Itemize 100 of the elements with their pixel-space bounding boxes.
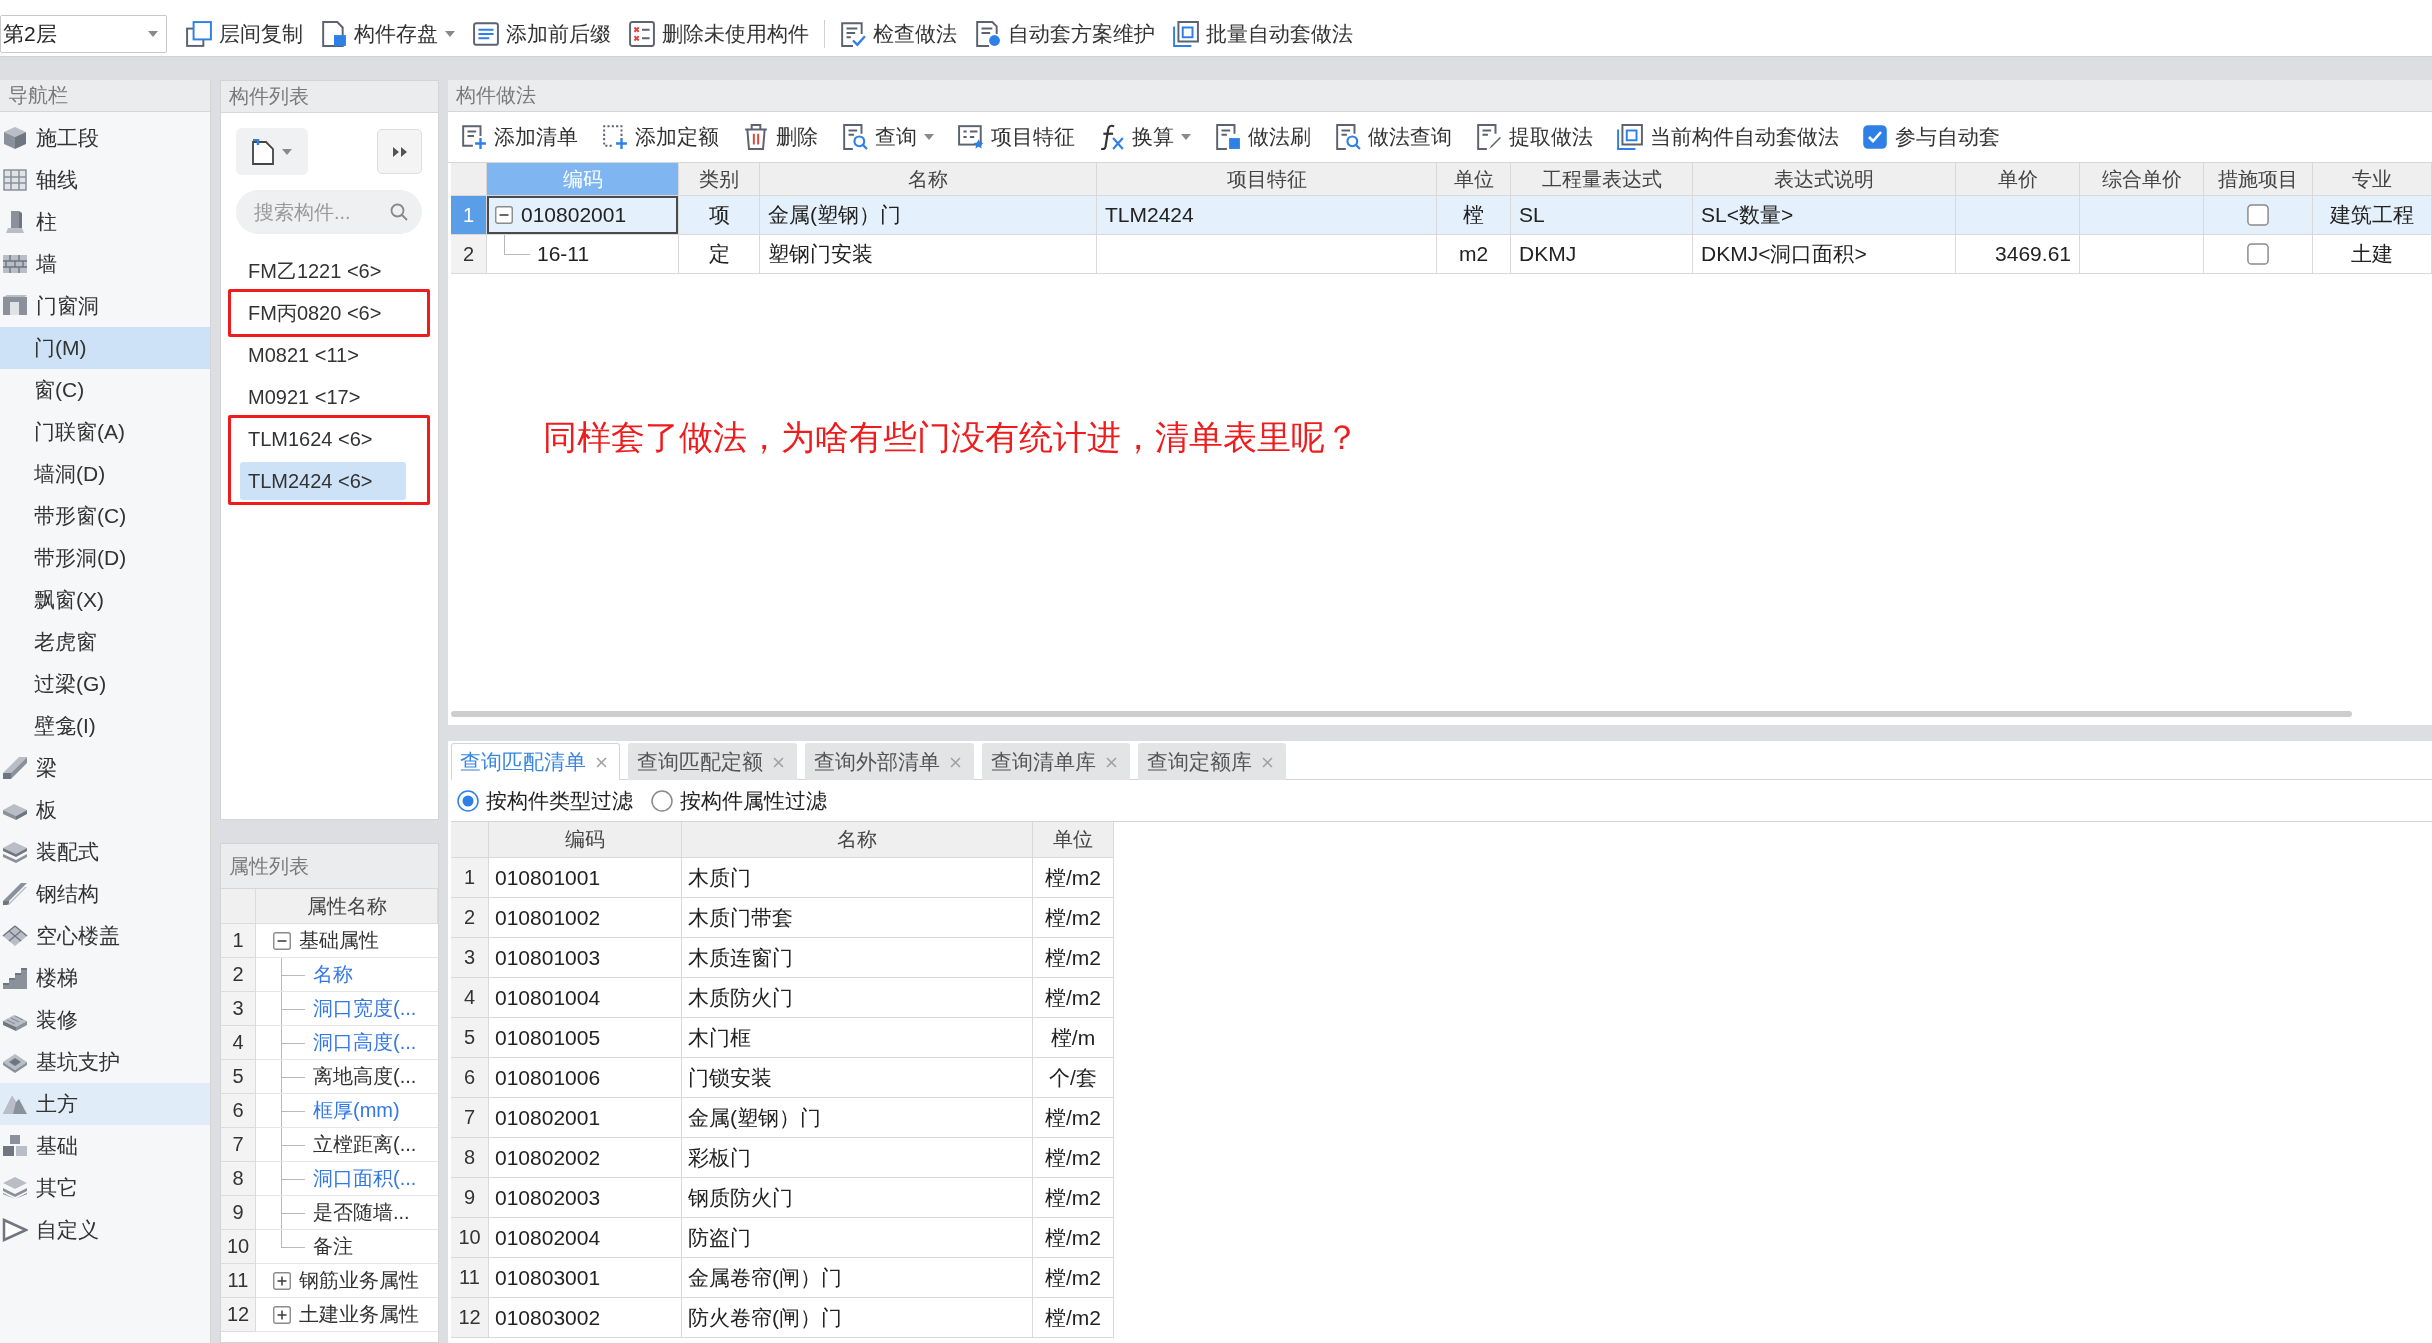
component-item[interactable]: FM丙0820 <6> (240, 294, 406, 332)
column-header[interactable]: 项目特征 (1097, 163, 1437, 196)
nav-item[interactable]: 梁 (0, 747, 210, 789)
component-item[interactable]: M0821 <11> (240, 336, 406, 374)
column-header[interactable]: 单位 (1437, 163, 1511, 196)
column-header[interactable]: 名称 (760, 163, 1097, 196)
table-cell: 樘/m2 (1033, 1298, 1114, 1338)
property-name: 洞口宽度(... (256, 992, 438, 1026)
nav-item[interactable]: 基坑支护 (0, 1041, 210, 1083)
toolbar-button[interactable]: 添加前后缀 (464, 15, 620, 53)
toolbar-button[interactable]: 项目特征 (949, 118, 1084, 156)
toolbar-button[interactable]: 批量自动套做法 (1164, 15, 1362, 53)
toolbar-button[interactable]: 删除 (734, 118, 827, 156)
property-name: 是否随墙... (256, 1196, 438, 1230)
property-name: 离地高度(... (256, 1060, 438, 1094)
double-arrow-icon (392, 146, 407, 157)
column-header[interactable]: 表达式说明 (1693, 163, 1956, 196)
toolbar-button[interactable]: 换算 (1090, 118, 1200, 156)
toolbar-button[interactable]: 自动套方案维护 (966, 15, 1164, 53)
table-cell: SL (1511, 196, 1693, 235)
column-header[interactable]: 单价 (1956, 163, 2080, 196)
nav-item[interactable]: 楼梯 (0, 957, 210, 999)
column-header: 编码 (489, 822, 682, 858)
toolbar-button[interactable]: 提取做法 (1467, 118, 1602, 156)
nav-item[interactable]: 自定义 (0, 1209, 210, 1251)
table-cell: 010803002 (489, 1298, 682, 1338)
stacked-slabs-icon (2, 840, 28, 864)
tab[interactable]: 查询匹配定额 (628, 743, 797, 780)
nav-item[interactable]: 墙洞(D) (0, 453, 210, 495)
table-cell: 樘/m2 (1033, 1098, 1114, 1138)
component-item[interactable]: M0921 <17> (240, 378, 406, 416)
nav-item[interactable]: 带形洞(D) (0, 537, 210, 579)
column-header[interactable]: 专业 (2313, 163, 2432, 196)
nav-item[interactable]: 基础 (0, 1125, 210, 1167)
table-cell: 塑钢门安装 (760, 235, 1097, 274)
radio-option[interactable]: 按构件属性过滤 (651, 786, 827, 815)
row-number[interactable]: 2 (451, 235, 487, 274)
nav-item[interactable]: 窗(C) (0, 369, 210, 411)
toolbar-button[interactable]: 做法刷 (1206, 118, 1320, 156)
component-item[interactable]: TLM1624 <6> (240, 420, 406, 458)
nav-item[interactable]: 施工段 (0, 117, 210, 159)
row-number: 8 (221, 1162, 256, 1196)
column-header[interactable]: 综合单价 (2080, 163, 2204, 196)
nav-item[interactable]: 壁龛(I) (0, 705, 210, 747)
property-group[interactable]: 基础属性 (256, 924, 438, 958)
property-group[interactable]: 土建业务属性 (256, 1298, 438, 1332)
horizontal-scrollbar[interactable] (451, 711, 2352, 717)
nav-item[interactable]: 其它 (0, 1167, 210, 1209)
nav-item[interactable]: 装修 (0, 999, 210, 1041)
toolbar-button[interactable]: 层间复制 (177, 15, 312, 53)
toolbar-button[interactable]: 检查做法 (831, 15, 966, 53)
property-group[interactable]: 钢筋业务属性 (256, 1264, 438, 1298)
toolbar-button[interactable]: 当前构件自动套做法 (1608, 118, 1848, 156)
nav-item[interactable]: 钢结构 (0, 873, 210, 915)
nav-item[interactable]: 空心楼盖 (0, 915, 210, 957)
nav-item[interactable]: 门窗洞 (0, 285, 210, 327)
checkbox-option[interactable]: 参与自动套 (1854, 118, 2009, 156)
expand-button[interactable] (377, 129, 422, 174)
tab[interactable]: 查询匹配清单 (451, 743, 620, 780)
toolbar-button[interactable]: 做法查询 (1326, 118, 1461, 156)
search-field[interactable]: 搜索构件... (236, 190, 422, 234)
column-header[interactable]: 措施项目 (2204, 163, 2313, 196)
table-cell: 樘/m2 (1033, 898, 1114, 938)
column-header[interactable]: 工程量表达式 (1511, 163, 1693, 196)
diamond-grid-icon (2, 924, 28, 948)
toolbar-button[interactable]: 查询 (833, 118, 943, 156)
layers-icon (2, 1176, 28, 1200)
tab[interactable]: 查询清单库 (982, 743, 1130, 780)
nav-item[interactable]: 带形窗(C) (0, 495, 210, 537)
radio-option[interactable]: 按构件类型过滤 (457, 786, 633, 815)
toolbar-button[interactable]: 添加定额 (593, 118, 728, 156)
nav-item[interactable]: 过梁(G) (0, 663, 210, 705)
floor-select[interactable]: 第2层 (0, 15, 167, 53)
nav-item[interactable]: 墙 (0, 243, 210, 285)
search-document-icon (1335, 124, 1361, 150)
nav-item[interactable]: 轴线 (0, 159, 210, 201)
tab[interactable]: 查询外部清单 (805, 743, 974, 780)
nav-item[interactable]: 土方 (0, 1083, 210, 1125)
column-header[interactable]: 类别 (679, 163, 760, 196)
row-number: 9 (451, 1178, 489, 1218)
table-cell: 定 (679, 235, 760, 274)
tab[interactable]: 查询定额库 (1138, 743, 1286, 780)
component-item[interactable]: TLM2424 <6> (240, 462, 406, 500)
nav-item[interactable]: 装配式 (0, 831, 210, 873)
document-gear-icon (975, 21, 1001, 47)
table-cell: 门锁安装 (682, 1058, 1033, 1098)
new-component-button[interactable] (236, 128, 308, 175)
close-icon (1262, 756, 1273, 768)
toolbar-button[interactable]: 构件存盘 (312, 15, 464, 53)
toolbar-button[interactable]: 添加清单 (452, 118, 587, 156)
table-cell: 樘 (1437, 196, 1511, 235)
component-item[interactable]: FM乙1221 <6> (240, 252, 406, 290)
nav-item[interactable]: 老虎窗 (0, 621, 210, 663)
steel-beam-icon (2, 882, 28, 906)
nav-item[interactable]: 飘窗(X) (0, 579, 210, 621)
toolbar-button[interactable]: 删除未使用构件 (620, 15, 818, 53)
nav-item[interactable]: 门联窗(A) (0, 411, 210, 453)
nav-item[interactable]: 板 (0, 789, 210, 831)
nav-item[interactable]: 门(M) (0, 327, 210, 369)
nav-item[interactable]: 柱 (0, 201, 210, 243)
